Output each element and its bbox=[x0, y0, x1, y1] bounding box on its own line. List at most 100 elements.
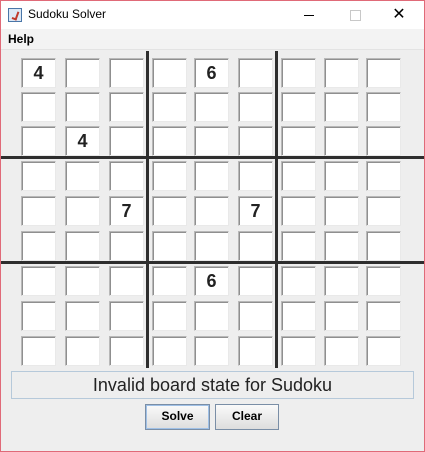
sudoku-cell[interactable] bbox=[194, 126, 229, 156]
maximize-icon bbox=[349, 10, 361, 22]
sudoku-cell[interactable] bbox=[152, 301, 187, 331]
box-divider-vertical bbox=[275, 51, 278, 368]
sudoku-cell[interactable] bbox=[21, 301, 56, 331]
sudoku-cell[interactable] bbox=[109, 58, 144, 88]
sudoku-cell[interactable] bbox=[65, 92, 100, 122]
sudoku-cell[interactable] bbox=[21, 92, 56, 122]
sudoku-cell[interactable] bbox=[238, 58, 273, 88]
sudoku-cell[interactable] bbox=[281, 231, 316, 261]
sudoku-cell[interactable] bbox=[194, 196, 229, 226]
sudoku-cell[interactable] bbox=[21, 196, 56, 226]
sudoku-cell[interactable] bbox=[281, 58, 316, 88]
sudoku-cell[interactable] bbox=[194, 336, 229, 366]
sudoku-cell[interactable] bbox=[324, 126, 359, 156]
sudoku-cell[interactable] bbox=[21, 161, 56, 191]
sudoku-cell[interactable] bbox=[109, 336, 144, 366]
sudoku-cell[interactable] bbox=[238, 266, 273, 296]
menu-bar: Help bbox=[1, 29, 424, 50]
sudoku-cell[interactable]: 6 bbox=[194, 58, 229, 88]
sudoku-cell[interactable] bbox=[324, 92, 359, 122]
maximize-button[interactable] bbox=[332, 1, 378, 29]
sudoku-cell[interactable] bbox=[324, 161, 359, 191]
sudoku-cell[interactable] bbox=[109, 231, 144, 261]
title-bar: Sudoku Solver ✕ bbox=[1, 1, 424, 29]
sudoku-cell[interactable] bbox=[152, 266, 187, 296]
sudoku-cell[interactable] bbox=[65, 336, 100, 366]
box-divider-horizontal bbox=[1, 261, 424, 264]
sudoku-cell[interactable] bbox=[65, 161, 100, 191]
sudoku-cell[interactable] bbox=[65, 301, 100, 331]
sudoku-cell[interactable]: 4 bbox=[65, 126, 100, 156]
sudoku-cell[interactable] bbox=[366, 231, 401, 261]
status-message: Invalid board state for Sudoku bbox=[11, 371, 414, 399]
window-title: Sudoku Solver bbox=[28, 7, 107, 21]
sudoku-cell[interactable] bbox=[152, 92, 187, 122]
sudoku-cell[interactable] bbox=[109, 161, 144, 191]
app-window: Sudoku Solver ✕ Help 4 6 4 7 7 6 Invalid boar… bbox=[0, 0, 425, 452]
sudoku-cell[interactable] bbox=[194, 161, 229, 191]
sudoku-cell[interactable] bbox=[366, 196, 401, 226]
sudoku-cell[interactable] bbox=[152, 231, 187, 261]
menu-help[interactable]: Help bbox=[8, 32, 34, 46]
sudoku-cell[interactable] bbox=[21, 126, 56, 156]
sudoku-cell[interactable] bbox=[152, 196, 187, 226]
solve-button[interactable]: Solve bbox=[145, 404, 210, 430]
sudoku-cell[interactable]: 7 bbox=[109, 196, 144, 226]
sudoku-cell[interactable] bbox=[152, 58, 187, 88]
java-app-icon bbox=[8, 8, 22, 22]
sudoku-cell[interactable] bbox=[238, 336, 273, 366]
sudoku-cell[interactable] bbox=[65, 58, 100, 88]
sudoku-cell[interactable] bbox=[21, 231, 56, 261]
sudoku-cell[interactable] bbox=[109, 92, 144, 122]
minimize-icon bbox=[304, 15, 314, 17]
sudoku-cell[interactable] bbox=[281, 301, 316, 331]
sudoku-cell[interactable] bbox=[65, 266, 100, 296]
sudoku-cell[interactable] bbox=[281, 196, 316, 226]
sudoku-cell[interactable] bbox=[152, 126, 187, 156]
sudoku-cell[interactable] bbox=[109, 266, 144, 296]
sudoku-cell[interactable] bbox=[109, 301, 144, 331]
sudoku-cell[interactable] bbox=[366, 58, 401, 88]
sudoku-cell[interactable] bbox=[65, 231, 100, 261]
sudoku-cell[interactable] bbox=[194, 301, 229, 331]
sudoku-cell[interactable] bbox=[324, 196, 359, 226]
sudoku-cell[interactable] bbox=[152, 336, 187, 366]
sudoku-cell[interactable] bbox=[194, 231, 229, 261]
sudoku-cell[interactable] bbox=[324, 58, 359, 88]
close-button[interactable]: ✕ bbox=[376, 1, 422, 29]
sudoku-cell[interactable]: 6 bbox=[194, 266, 229, 296]
sudoku-cell[interactable] bbox=[281, 92, 316, 122]
sudoku-cell[interactable] bbox=[281, 266, 316, 296]
sudoku-cell[interactable] bbox=[281, 126, 316, 156]
sudoku-cell[interactable] bbox=[324, 301, 359, 331]
sudoku-cell[interactable] bbox=[194, 92, 229, 122]
sudoku-cell[interactable] bbox=[109, 126, 144, 156]
sudoku-board: 4 6 4 7 7 6 bbox=[1, 51, 424, 368]
sudoku-cell[interactable] bbox=[238, 92, 273, 122]
sudoku-cell[interactable] bbox=[324, 266, 359, 296]
sudoku-cell[interactable] bbox=[21, 266, 56, 296]
sudoku-cell[interactable] bbox=[281, 336, 316, 366]
sudoku-cell[interactable] bbox=[238, 301, 273, 331]
minimize-button[interactable] bbox=[286, 1, 332, 29]
box-divider-horizontal bbox=[1, 156, 424, 159]
box-divider-vertical bbox=[146, 51, 149, 368]
sudoku-cell[interactable] bbox=[238, 231, 273, 261]
sudoku-cell[interactable] bbox=[366, 266, 401, 296]
sudoku-cell[interactable] bbox=[238, 126, 273, 156]
sudoku-cell[interactable] bbox=[281, 161, 316, 191]
sudoku-cell[interactable]: 4 bbox=[21, 58, 56, 88]
sudoku-cell[interactable]: 7 bbox=[238, 196, 273, 226]
sudoku-cell[interactable] bbox=[324, 336, 359, 366]
clear-button[interactable]: Clear bbox=[215, 404, 279, 430]
sudoku-cell[interactable] bbox=[366, 126, 401, 156]
sudoku-cell[interactable] bbox=[366, 92, 401, 122]
sudoku-cell[interactable] bbox=[21, 336, 56, 366]
sudoku-cell[interactable] bbox=[238, 161, 273, 191]
sudoku-cell[interactable] bbox=[152, 161, 187, 191]
sudoku-cell[interactable] bbox=[366, 301, 401, 331]
sudoku-cell[interactable] bbox=[366, 161, 401, 191]
sudoku-cell[interactable] bbox=[366, 336, 401, 366]
sudoku-cell[interactable] bbox=[324, 231, 359, 261]
sudoku-cell[interactable] bbox=[65, 196, 100, 226]
